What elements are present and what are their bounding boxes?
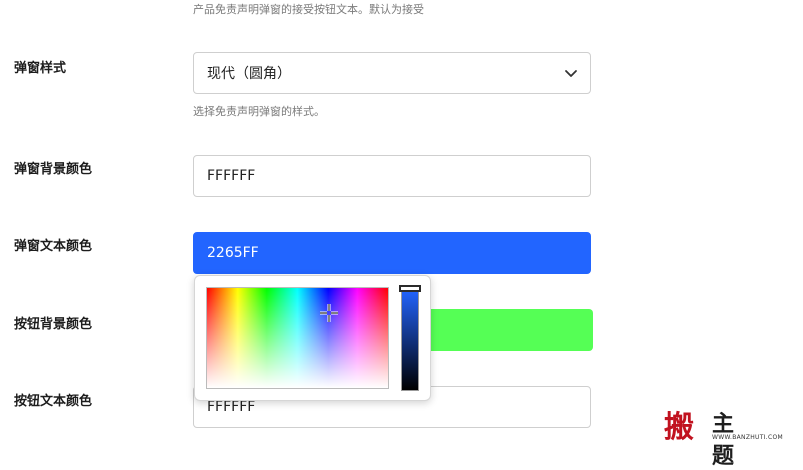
popup-style-hint: 选择免责声明弹窗的样式。 (193, 105, 325, 118)
accept-text-hint: 产品免责声明弹窗的接受按钮文本。默认为接受 (193, 3, 424, 16)
popup-bg-color-input[interactable]: FFFFFF (193, 155, 591, 197)
logo-url: WWW.BANZHUTI.COM (712, 434, 783, 441)
button-bg-color-label: 按钮背景颜色 (14, 317, 93, 332)
popup-style-select[interactable]: 现代（圆角） (193, 52, 591, 94)
brightness-slider[interactable] (401, 288, 419, 391)
popup-style-label: 弹窗样式 (14, 61, 67, 76)
color-saturation-area[interactable] (206, 287, 389, 389)
chevron-down-icon (565, 70, 577, 77)
popup-bg-color-value: FFFFFF (207, 168, 256, 184)
brightness-slider-handle[interactable] (399, 285, 421, 292)
watermark-logo: 搬 主题 WWW.BANZHUTI.COM (652, 404, 783, 469)
popup-text-color-label: 弹窗文本颜色 (14, 239, 93, 254)
button-text-color-label: 按钮文本颜色 (14, 394, 93, 409)
button-text-color-value: FFFFFF (207, 399, 256, 415)
popup-style-value: 现代（圆角） (207, 66, 291, 82)
popup-text-color-input[interactable]: 2265FF (193, 232, 591, 274)
popup-bg-color-label: 弹窗背景颜色 (14, 162, 93, 177)
popup-text-color-value: 2265FF (207, 245, 259, 261)
button-bg-color-input[interactable] (430, 309, 593, 351)
crosshair-icon[interactable] (319, 303, 339, 323)
logo-mark: 搬 (664, 410, 694, 445)
color-picker-popup (194, 275, 431, 401)
